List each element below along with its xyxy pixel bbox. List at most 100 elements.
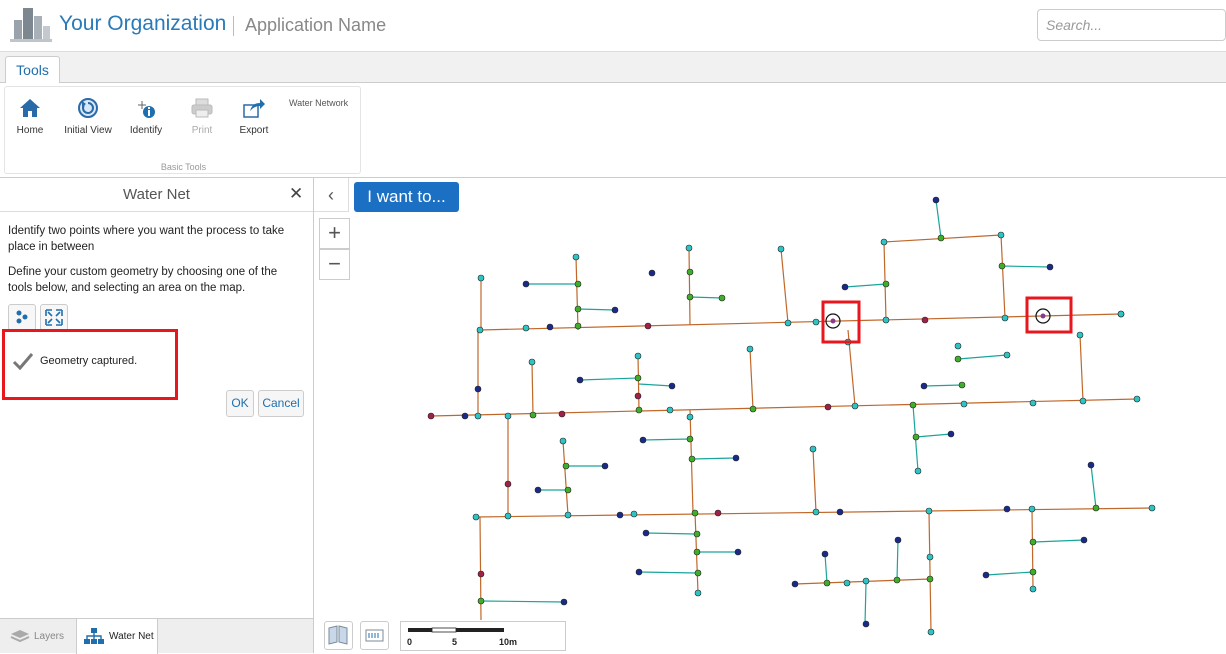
network-node[interactable] [574, 280, 582, 288]
network-node[interactable] [1079, 397, 1087, 405]
network-node[interactable] [882, 316, 890, 324]
network-node[interactable] [574, 305, 582, 313]
network-node[interactable] [616, 511, 624, 519]
network-node[interactable] [1092, 504, 1100, 512]
network-node[interactable] [693, 530, 701, 538]
selected-point[interactable] [830, 318, 836, 324]
network-node[interactable] [718, 294, 726, 302]
zoom-in-button[interactable]: + [319, 218, 350, 249]
network-node[interactable] [504, 412, 512, 420]
network-node[interactable] [1001, 314, 1009, 322]
collapse-panel-button[interactable]: ‹ [314, 178, 349, 212]
network-node[interactable] [635, 568, 643, 576]
point-tool-button[interactable] [8, 304, 36, 331]
network-node[interactable] [732, 454, 740, 462]
network-node[interactable] [734, 548, 742, 556]
network-node[interactable] [522, 324, 530, 332]
network-node[interactable] [529, 411, 537, 419]
network-node[interactable] [909, 401, 917, 409]
network-node[interactable] [862, 577, 870, 585]
i-want-to-button[interactable]: I want to... [354, 182, 459, 212]
network-node[interactable] [477, 274, 485, 282]
network-node[interactable] [954, 342, 962, 350]
water-network-map[interactable] [314, 178, 1226, 653]
print-button[interactable]: Print [175, 97, 229, 136]
network-node[interactable] [691, 509, 699, 517]
network-node[interactable] [642, 529, 650, 537]
network-node[interactable] [749, 405, 757, 413]
network-node[interactable] [635, 406, 643, 414]
network-node[interactable] [912, 433, 920, 441]
network-node[interactable] [1029, 568, 1037, 576]
network-node[interactable] [1133, 395, 1141, 403]
network-node[interactable] [560, 598, 568, 606]
network-node[interactable] [461, 412, 469, 420]
network-node[interactable] [1029, 538, 1037, 546]
network-node[interactable] [666, 406, 674, 414]
water-network-label[interactable]: Water Network [289, 98, 348, 108]
network-node[interactable] [686, 293, 694, 301]
network-node[interactable] [823, 579, 831, 587]
network-node[interactable] [998, 262, 1006, 270]
network-node[interactable] [958, 381, 966, 389]
network-node[interactable] [880, 238, 888, 246]
network-node[interactable] [791, 580, 799, 588]
network-node[interactable] [601, 462, 609, 470]
network-node[interactable] [686, 413, 694, 421]
network-node[interactable] [558, 410, 566, 418]
network-node[interactable] [784, 319, 792, 327]
extent-tool-button[interactable] [40, 304, 68, 331]
identify-button[interactable]: Identify [119, 97, 173, 136]
network-node[interactable] [926, 553, 934, 561]
network-node[interactable] [688, 455, 696, 463]
network-node[interactable] [1028, 505, 1036, 513]
network-node[interactable] [997, 231, 1005, 239]
network-node[interactable] [714, 509, 722, 517]
scale-toggle-button[interactable] [360, 621, 389, 650]
basemap-button[interactable] [324, 621, 353, 650]
network-node[interactable] [960, 400, 968, 408]
network-node[interactable] [982, 571, 990, 579]
network-node[interactable] [927, 628, 935, 636]
network-node[interactable] [534, 486, 542, 494]
network-node[interactable] [1029, 585, 1037, 593]
network-node[interactable] [926, 575, 934, 583]
map-view[interactable]: ‹ I want to... + − 0 5 10m [314, 178, 1226, 653]
network-node[interactable] [932, 196, 940, 204]
network-node[interactable] [894, 536, 902, 544]
network-node[interactable] [914, 467, 922, 475]
network-node[interactable] [546, 323, 554, 331]
network-node[interactable] [574, 322, 582, 330]
network-node[interactable] [477, 597, 485, 605]
network-node[interactable] [572, 253, 580, 261]
network-node[interactable] [812, 508, 820, 516]
network-node[interactable] [1148, 504, 1156, 512]
network-node[interactable] [821, 550, 829, 558]
network-node[interactable] [686, 268, 694, 276]
network-node[interactable] [504, 480, 512, 488]
tab-tools[interactable]: Tools [5, 56, 60, 84]
tab-layers[interactable]: Layers [10, 619, 75, 654]
network-node[interactable] [634, 392, 642, 400]
network-node[interactable] [685, 244, 693, 252]
network-node[interactable] [634, 374, 642, 382]
close-icon[interactable]: ✕ [289, 184, 303, 204]
network-node[interactable] [611, 306, 619, 314]
cancel-button[interactable]: Cancel [258, 390, 304, 417]
network-node[interactable] [1003, 351, 1011, 359]
network-node[interactable] [477, 570, 485, 578]
network-node[interactable] [476, 326, 484, 334]
network-node[interactable] [893, 576, 901, 584]
selected-point[interactable] [1040, 313, 1046, 319]
network-node[interactable] [630, 510, 638, 518]
network-node[interactable] [564, 486, 572, 494]
network-node[interactable] [644, 322, 652, 330]
search-input[interactable] [1037, 9, 1226, 41]
network-node[interactable] [851, 402, 859, 410]
network-node[interactable] [474, 412, 482, 420]
zoom-out-button[interactable]: − [319, 249, 350, 280]
network-node[interactable] [1076, 331, 1084, 339]
network-node[interactable] [777, 245, 785, 253]
network-node[interactable] [474, 385, 482, 393]
network-node[interactable] [836, 508, 844, 516]
